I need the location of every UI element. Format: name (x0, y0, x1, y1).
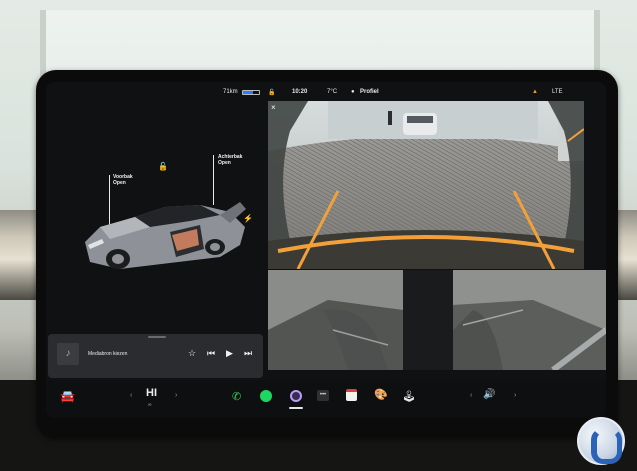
calendar-icon[interactable] (346, 389, 357, 401)
outside-temperature: 7°C (327, 89, 338, 95)
temperature-down-icon[interactable]: ‹ (130, 392, 132, 399)
phone-icon[interactable]: ✆ (232, 390, 241, 403)
camera-divider (403, 270, 453, 370)
car-status-panel: Voorbak Open Achterbak Open 🔓 ⚡ (46, 102, 268, 332)
joystick-icon[interactable]: 🕹 (402, 390, 416, 403)
unlock-icon[interactable]: 🔓 (158, 162, 168, 171)
profile-icon[interactable]: ● (351, 89, 355, 95)
left-repeater-camera-view[interactable] (268, 270, 403, 370)
car-icon[interactable]: 🚘 (60, 389, 75, 403)
volume-up-icon[interactable]: › (514, 392, 516, 399)
rear-trunk-label[interactable]: Achterbak Open (218, 154, 242, 166)
battery-icon (242, 90, 260, 95)
front-trunk-label[interactable]: Voorbak Open (113, 174, 133, 186)
media-drawer-handle[interactable] (148, 336, 166, 338)
climate-temperature[interactable]: HI (146, 387, 157, 399)
toybox-icon[interactable]: 🎨 (374, 388, 388, 401)
play-icon[interactable]: ▶ (226, 348, 233, 359)
next-icon[interactable]: ⏭ (244, 348, 252, 359)
temperature-up-icon[interactable]: › (175, 392, 177, 399)
unlock-icon[interactable]: 🔓 (268, 89, 275, 96)
close-icon[interactable]: × (271, 103, 276, 112)
seat-heat-icon[interactable]: ∞ (148, 402, 152, 408)
lte-indicator: LTE (552, 89, 563, 95)
volume-icon[interactable]: 🔊 (483, 389, 495, 400)
star-icon[interactable]: ☆ (188, 348, 196, 359)
watermark-logo (577, 417, 625, 465)
right-repeater-camera-view[interactable] (453, 270, 606, 370)
music-note-icon: ♪ (57, 343, 79, 365)
camera-icon[interactable] (290, 390, 302, 402)
status-bar: 71km 🔓 10:20 7°C ● Profiel ▲ LTE (46, 82, 606, 102)
active-app-indicator (289, 407, 303, 409)
previous-icon[interactable]: ⏮ (207, 348, 215, 359)
app-dock: 🚘 ‹ HI ∞ › ✆ ••• 🎨 🕹 ‹ 🔊 › (46, 380, 606, 418)
more-icon[interactable]: ••• (317, 390, 329, 401)
rear-camera-view[interactable]: × (268, 101, 584, 269)
clock: 10:20 (292, 89, 308, 95)
right-camera-image (453, 270, 606, 370)
warning-icon[interactable]: ▲ (532, 89, 538, 95)
profile-button[interactable]: Profiel (360, 89, 379, 95)
left-camera-image (268, 270, 403, 370)
touchscreen: 71km 🔓 10:20 7°C ● Profiel ▲ LTE Voorbak… (46, 82, 606, 418)
rear-camera-image (268, 101, 584, 269)
range-readout: 71km (223, 89, 238, 95)
media-player[interactable]: ♪ Mediabron kiezen ☆ ⏮ ▶ ⏭ (48, 334, 263, 378)
volume-down-icon[interactable]: ‹ (470, 392, 472, 399)
spotify-icon[interactable] (260, 390, 272, 402)
media-source-label[interactable]: Mediabron kiezen (88, 351, 127, 357)
car-model (85, 202, 246, 269)
